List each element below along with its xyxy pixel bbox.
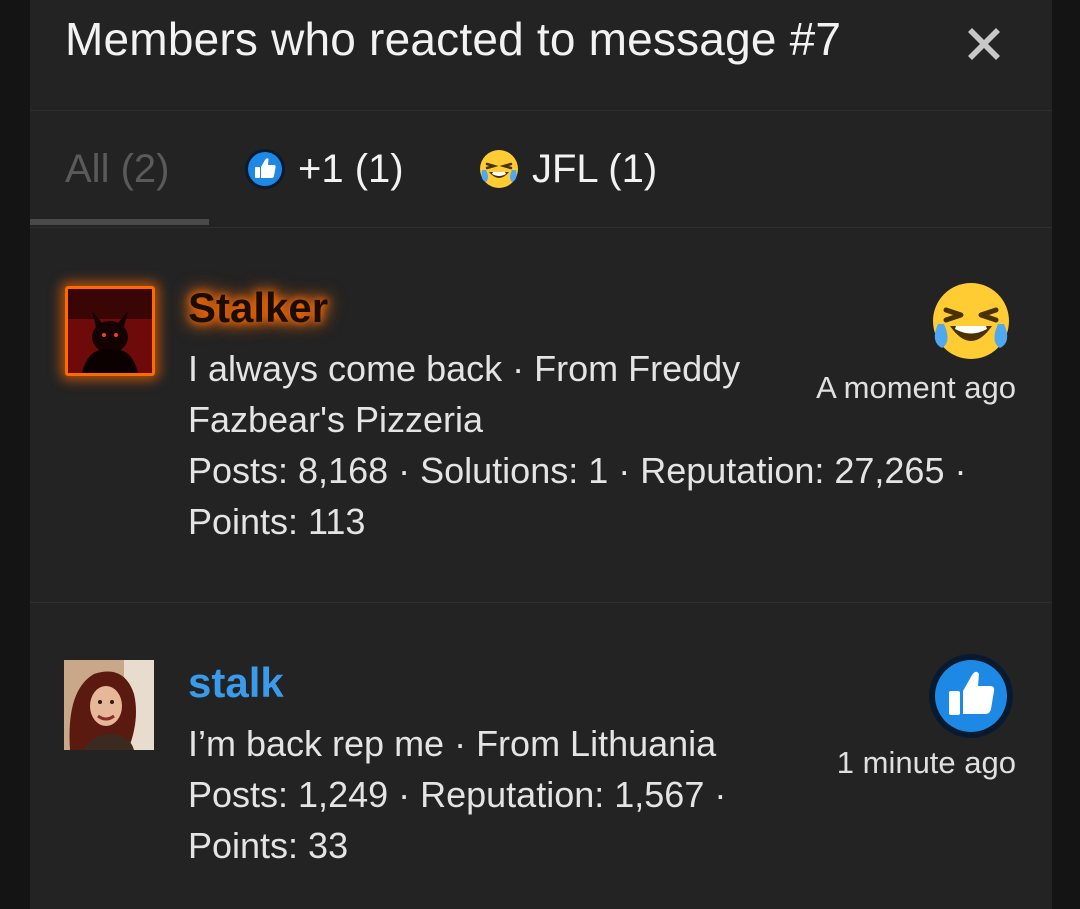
reaction-time: A moment ago (816, 370, 1016, 405)
modal-title: Members who reacted to message #7 (65, 13, 842, 65)
member-row: stalk I’m back rep me · From Lithuania P… (30, 603, 1052, 909)
tab-all[interactable]: All (2) (65, 111, 169, 227)
member-row: Stalker I always come back · From Freddy… (30, 228, 1052, 603)
close-button[interactable] (962, 22, 1006, 66)
active-tab-indicator (30, 219, 209, 225)
avatar[interactable] (64, 660, 154, 750)
member-info-line: Points: 33 (188, 825, 349, 866)
member-info-line: Posts: 8,168 · Solutions: 1 · Reputation… (188, 450, 967, 491)
backdrop-left (0, 0, 30, 909)
tab-jfl[interactable]: JFL (1) (478, 111, 657, 227)
reaction-time: 1 minute ago (836, 745, 1016, 780)
thumbs-up-icon (245, 149, 285, 189)
laughing-crying-face-icon (480, 150, 518, 188)
thumbs-up-icon (929, 654, 1013, 738)
tab-jfl-label: JFL (1) (532, 146, 658, 191)
avatar-image (64, 660, 154, 750)
member-info-line: Points: 113 (188, 501, 366, 542)
tab-plus-one-label: +1 (1) (298, 146, 404, 191)
avatar-image (68, 289, 152, 373)
reactions-modal: Members who reacted to message #7 All (2… (30, 0, 1052, 909)
reaction-tabs: All (2) +1 (1) JFL (1) (30, 111, 1052, 228)
tab-all-label: All (2) (65, 146, 170, 191)
tab-plus-one[interactable]: +1 (1) (244, 111, 404, 227)
modal-header: Members who reacted to message #7 (30, 0, 1052, 111)
member-info: I’m back rep me · From Lithuania Posts: … (188, 718, 968, 871)
avatar[interactable] (65, 286, 155, 376)
laughing-crying-face-icon (933, 283, 1009, 359)
username[interactable]: Stalker (188, 284, 328, 332)
backdrop-right (1052, 0, 1080, 909)
close-icon (968, 28, 1000, 60)
username[interactable]: stalk (188, 659, 284, 707)
